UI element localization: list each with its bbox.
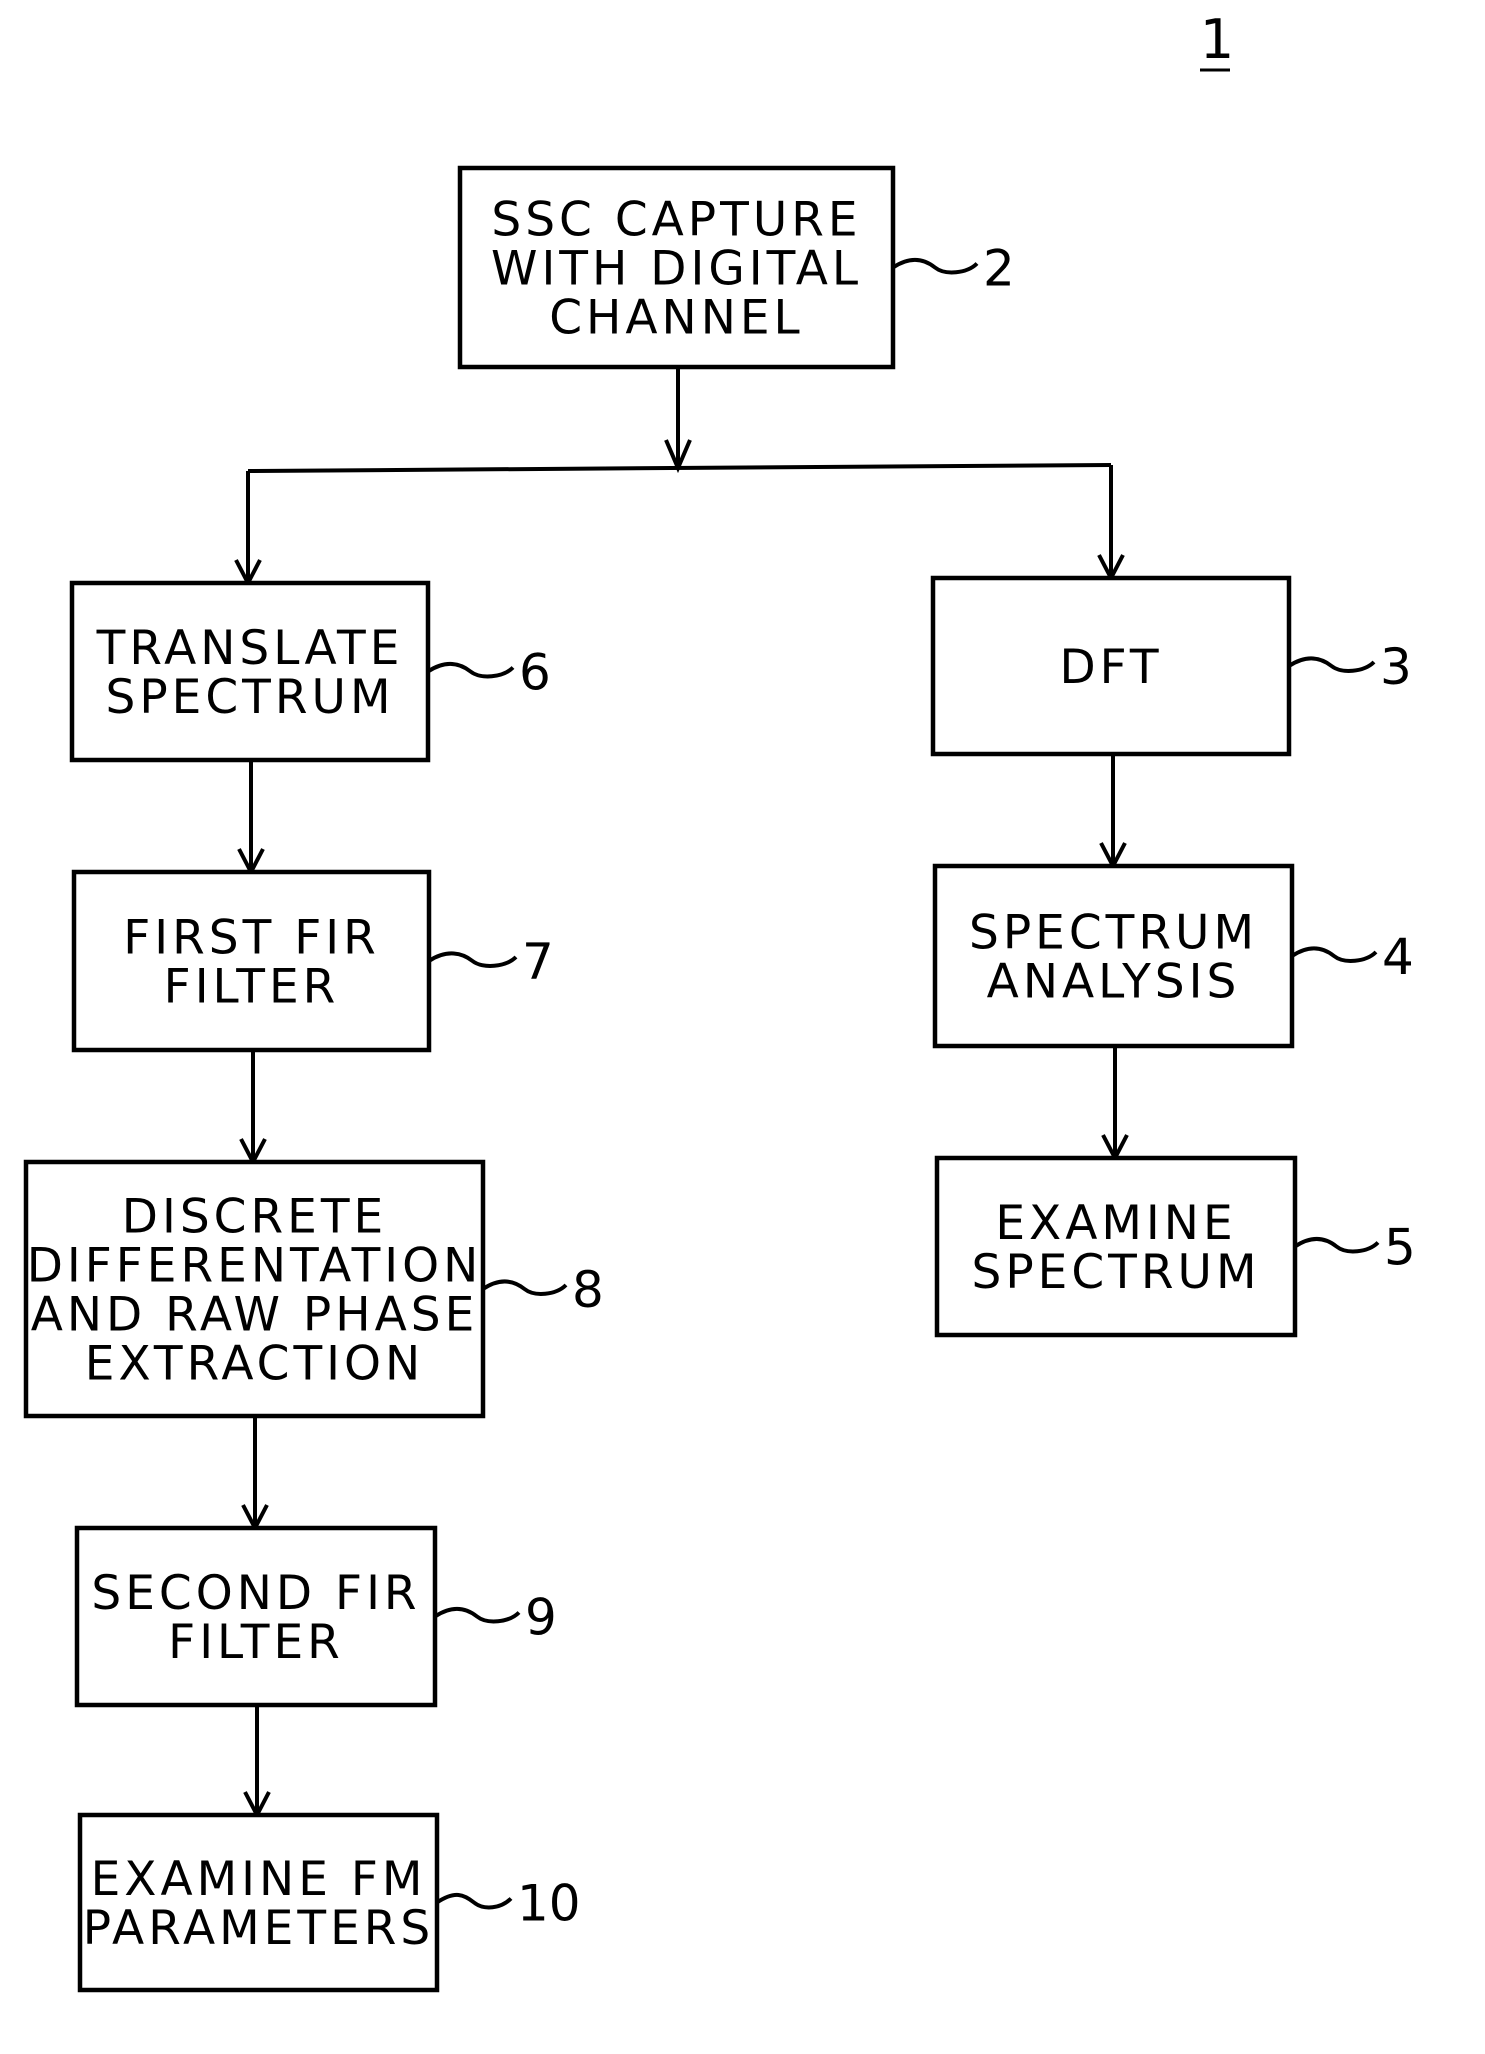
block-label-line: DISCRETE — [122, 1190, 387, 1245]
reference-numeral: 5 — [1384, 1219, 1416, 1277]
block-9: SECOND FIRFILTER 9 — [74, 1525, 557, 1708]
leader-line — [427, 951, 518, 968]
block-label-line: ANALYSIS — [987, 955, 1241, 1010]
block-label-line: SPECTRUM — [969, 906, 1258, 961]
block-label-line: PARAMETERS — [83, 1901, 435, 1956]
block-label-line: FILTER — [168, 1615, 344, 1670]
block-10: EXAMINE FMPARAMETERS 10 — [77, 1812, 581, 1993]
block-5: EXAMINESPECTRUM 5 — [934, 1155, 1416, 1338]
blocks: SSC CAPTUREWITH DIGITALCHANNEL 2 DFT 3 SPECT… — [23, 165, 1416, 1993]
block-label-line: FILTER — [164, 960, 340, 1015]
block-label-line: SSC CAPTURE — [491, 193, 861, 248]
leader-line — [1290, 946, 1378, 963]
block-label-line: DIFFERENTATION — [27, 1239, 483, 1294]
leader-line — [433, 1607, 521, 1624]
block-2: SSC CAPTUREWITH DIGITALCHANNEL 2 — [457, 165, 1015, 370]
block-label-line: SPECTRUM — [105, 670, 394, 725]
block-label-line: EXAMINE FM — [91, 1852, 427, 1907]
leader-line — [891, 258, 979, 275]
reference-numeral: 6 — [519, 644, 551, 702]
block-8: DISCRETEDIFFERENTATIONAND RAW PHASEEXTRA… — [23, 1159, 604, 1419]
leader-line — [1287, 656, 1376, 673]
block-label-line: DFT — [1059, 640, 1162, 695]
block-label-line: SPECTRUM — [971, 1245, 1260, 1300]
reference-numeral: 2 — [983, 240, 1015, 298]
leader-line — [435, 1893, 513, 1910]
block-label-line: WITH DIGITAL — [491, 242, 862, 297]
reference-numeral: 7 — [522, 933, 554, 991]
block-3: DFT 3 — [930, 575, 1412, 757]
block-6: TRANSLATESPECTRUM 6 — [69, 580, 551, 763]
block-4: SPECTRUMANALYSIS 4 — [932, 863, 1414, 1049]
block-label-line: SECOND FIR — [91, 1566, 420, 1621]
reference-numeral: 9 — [525, 1589, 557, 1647]
reference-numeral: 3 — [1380, 638, 1412, 696]
reference-numeral: 4 — [1382, 928, 1414, 986]
reference-numeral: 8 — [572, 1261, 604, 1319]
block-label-line: FIRST FIR — [123, 911, 380, 966]
leader-line — [481, 1279, 568, 1296]
figure-number: 1 — [1200, 8, 1234, 71]
block-label-line: CHANNEL — [549, 291, 804, 346]
block-label-line: EXAMINE — [995, 1196, 1236, 1251]
leader-line — [426, 662, 515, 679]
block-label-line: TRANSLATE — [96, 621, 404, 676]
block-7: FIRST FIRFILTER 7 — [71, 869, 554, 1053]
block-label-line: EXTRACTION — [85, 1337, 424, 1392]
leader-line — [1293, 1237, 1380, 1254]
block-label-line: AND RAW PHASE — [31, 1288, 479, 1343]
flowchart: 1 SSC CAPTUREWITH DIGITALCHANNEL 2 DFT 3SP… — [23, 8, 1416, 1993]
reference-numeral: 10 — [517, 1875, 581, 1933]
